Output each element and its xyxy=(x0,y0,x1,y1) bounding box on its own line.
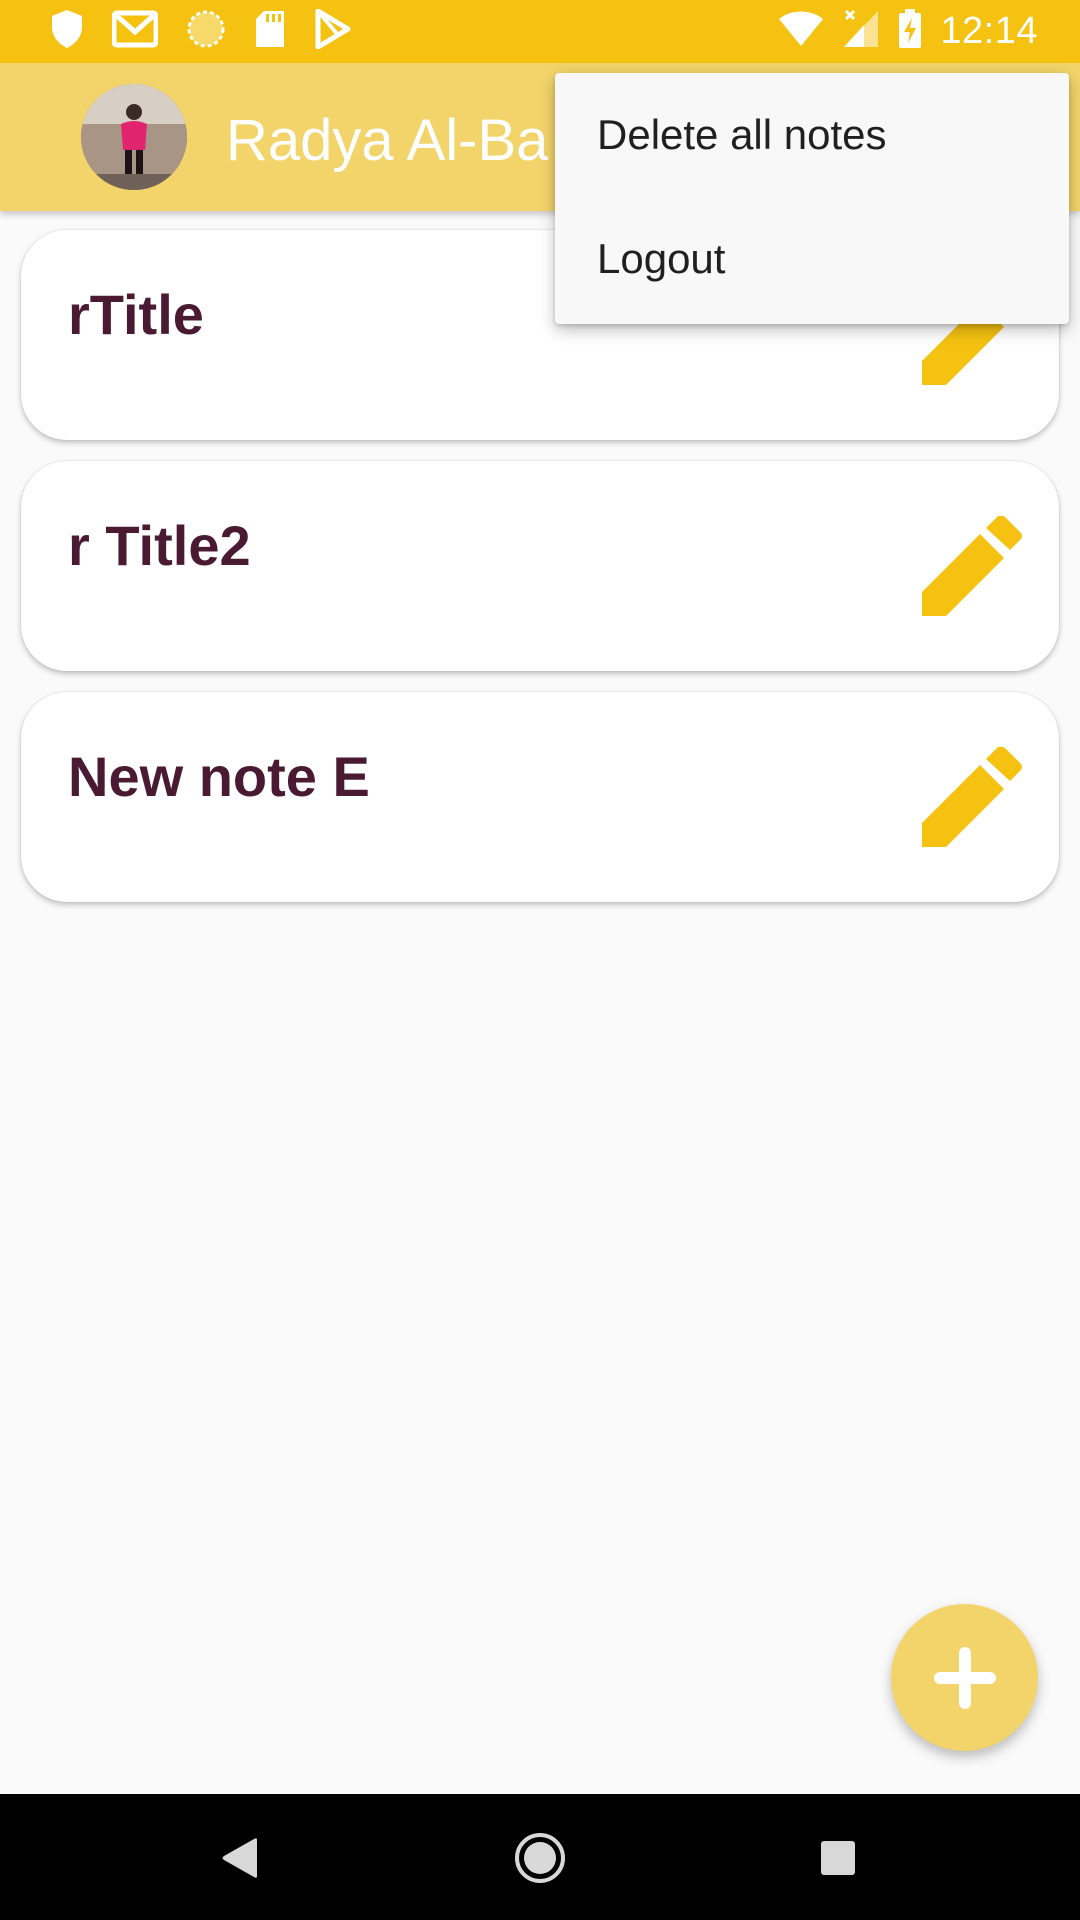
pencil-icon xyxy=(922,516,1022,616)
plus-icon xyxy=(933,1646,996,1709)
status-bar: 12:14 xyxy=(0,0,1080,63)
status-time: 12:14 xyxy=(940,10,1038,52)
recents-button[interactable] xyxy=(810,1830,866,1886)
note-card[interactable]: New note E xyxy=(21,692,1059,902)
back-icon xyxy=(222,1838,257,1878)
overflow-menu: Delete all notes Logout xyxy=(555,73,1069,324)
add-note-button[interactable] xyxy=(891,1604,1038,1751)
status-bar-left xyxy=(50,8,352,54)
note-title: rTitle xyxy=(68,283,204,346)
menu-item-logout[interactable]: Logout xyxy=(555,217,1069,325)
wifi-icon xyxy=(778,11,824,52)
home-icon xyxy=(515,1833,565,1883)
status-bar-right: 12:14 xyxy=(778,9,1038,54)
edit-note-button[interactable] xyxy=(915,744,1025,854)
home-button[interactable] xyxy=(512,1830,568,1886)
note-title: New note E xyxy=(68,745,370,808)
signal-icon xyxy=(842,9,880,54)
avatar-image xyxy=(81,84,187,190)
edit-note-button[interactable] xyxy=(915,513,1025,623)
sd-card-icon xyxy=(254,9,286,54)
sun-icon xyxy=(186,9,226,54)
avatar[interactable] xyxy=(81,84,187,190)
navigation-bar xyxy=(0,1794,1080,1920)
shield-icon xyxy=(50,9,84,54)
back-button[interactable] xyxy=(212,1830,268,1886)
app-title: Radya Al-Ba xyxy=(226,108,549,173)
gmail-icon xyxy=(111,10,159,53)
play-store-icon xyxy=(314,8,352,54)
pencil-icon xyxy=(922,747,1022,847)
note-title: r Title2 xyxy=(68,514,251,577)
recents-icon xyxy=(821,1841,855,1875)
battery-charging-icon xyxy=(898,9,922,54)
menu-item-delete-all-notes[interactable]: Delete all notes xyxy=(555,91,1069,217)
notes-list: rTitle r Title2 New note E xyxy=(21,230,1059,923)
note-card[interactable]: r Title2 xyxy=(21,461,1059,671)
